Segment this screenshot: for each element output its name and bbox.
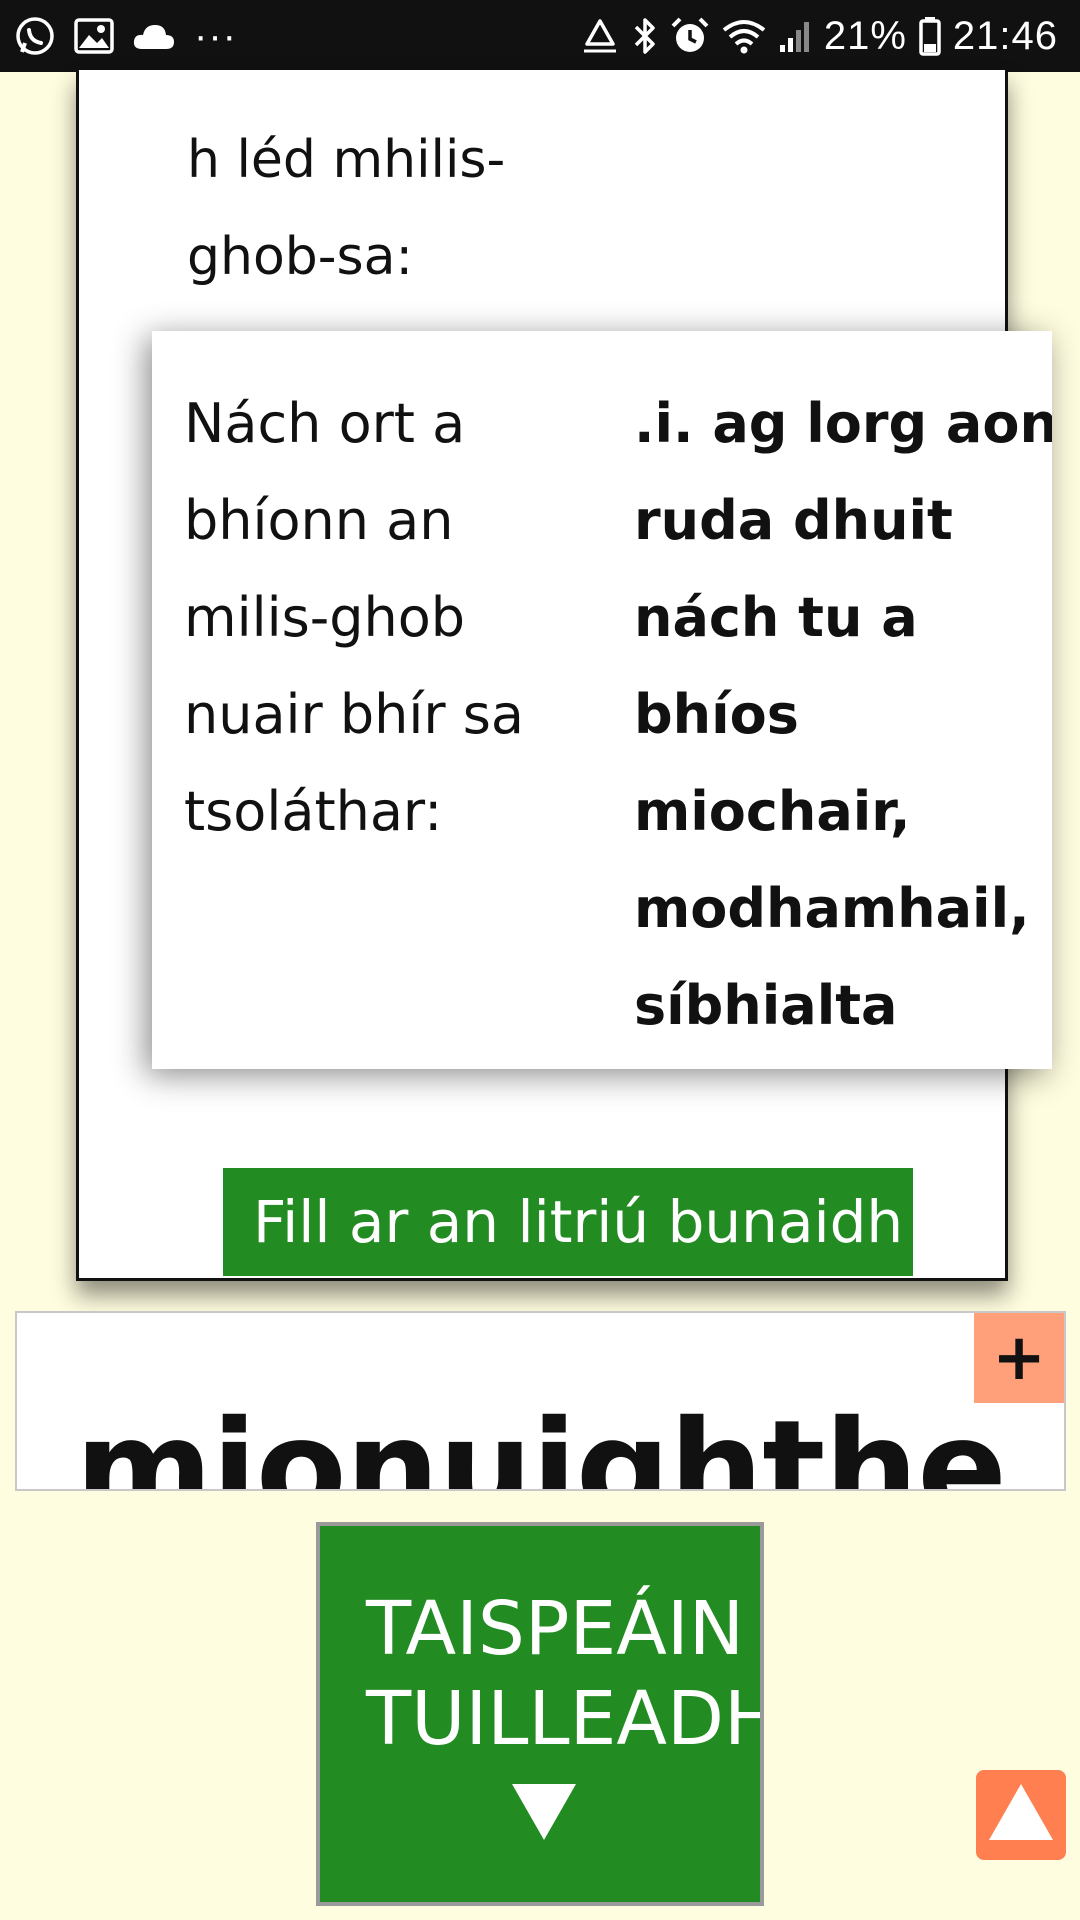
- triangle-down-icon: [512, 1784, 576, 1844]
- headword: mionuighthe: [75, 1392, 1007, 1491]
- show-more-label: TAISPEÁIN TUILLEADH: [366, 1584, 764, 1764]
- battery-percent: 21%: [823, 13, 907, 58]
- status-bar-left: ···: [14, 14, 237, 58]
- example-source-line: milis-ghob: [184, 586, 466, 649]
- example-gloss-line: miochair,: [634, 780, 911, 843]
- show-more-line: TAISPEÁIN: [366, 1586, 745, 1672]
- triangle-up-icon: [989, 1784, 1053, 1840]
- more-dots-icon: ···: [194, 13, 237, 58]
- example-source-text: Nách ort a bhíonn an milis-ghob nuair bh…: [184, 375, 524, 860]
- whatsapp-icon: [14, 15, 56, 57]
- example-source-line: nuair bhír sa: [184, 683, 525, 746]
- status-bar: ··· 21% 21:46: [0, 0, 1080, 72]
- show-more-line: TUILLEADH: [366, 1676, 764, 1762]
- alarm-icon: [670, 16, 710, 56]
- status-bar-right: 21% 21:46: [580, 10, 1058, 62]
- example-source-line: bhíonn an: [184, 489, 454, 552]
- example-gloss-text: .i. ag lorg aon ruda dhuit nách tu a bhí…: [634, 375, 1052, 1054]
- example-gloss-line: bhíos: [634, 683, 799, 746]
- cloud-icon: [132, 21, 176, 51]
- scroll-to-top-button[interactable]: [976, 1770, 1066, 1860]
- add-button[interactable]: +: [974, 1313, 1064, 1403]
- example-gloss-line: ruda dhuit: [634, 489, 953, 552]
- entry-intro-text: h léd mhilis- ghob-sa:: [187, 112, 707, 306]
- recycle-icon: [580, 17, 620, 55]
- example-gloss-line: nách tu a: [634, 586, 918, 649]
- example-gloss-line: síbhialta: [634, 974, 898, 1037]
- entry-intro-line: ghob-sa:: [187, 227, 414, 287]
- headword-panel: mionuighthe +: [15, 1311, 1066, 1491]
- gallery-icon: [74, 18, 114, 54]
- clock: 21:46: [952, 13, 1058, 58]
- example-gloss-line: modhamhail,: [634, 877, 1030, 940]
- example-gloss-line: .i. ag lorg aon: [634, 392, 1052, 455]
- example-source-line: tsoláthar:: [184, 780, 443, 843]
- show-more-button[interactable]: TAISPEÁIN TUILLEADH: [316, 1522, 764, 1906]
- signal-icon: [778, 18, 812, 54]
- restore-original-spelling-button[interactable]: Fill ar an litriú bunaidh: [223, 1168, 913, 1276]
- bluetooth-icon: [632, 16, 658, 56]
- battery-icon: [919, 16, 941, 56]
- entry-intro-line: h léd mhilis-: [187, 130, 506, 190]
- example-source-line: Nách ort a: [184, 392, 466, 455]
- example-box: Nách ort a bhíonn an milis-ghob nuair bh…: [152, 331, 1052, 1069]
- wifi-icon: [722, 18, 766, 54]
